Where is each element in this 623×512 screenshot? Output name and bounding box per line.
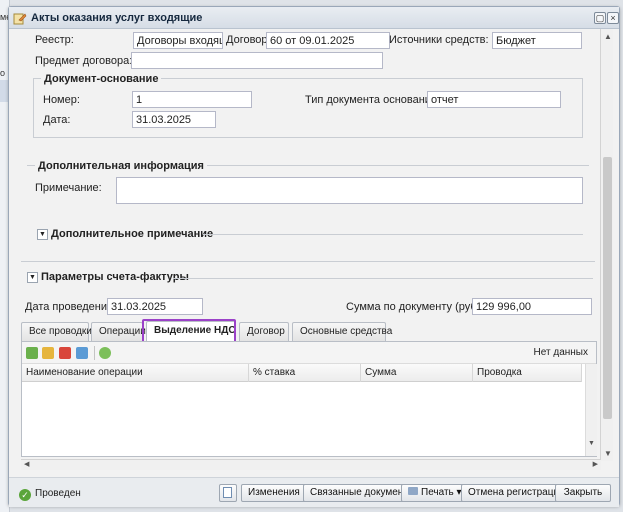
funding-field[interactable]: Бюджет [492,32,582,49]
horizontal-scrollbar[interactable]: ◀ ▶ [21,459,601,470]
copy-icon[interactable] [76,347,88,359]
add-icon[interactable] [26,347,38,359]
posting-date-label: Дата проведения: [25,301,116,313]
subject-label: Предмет договора: [35,55,133,67]
date-field[interactable]: 31.03.2025 [132,111,216,128]
divider [21,261,595,262]
delete-icon[interactable] [59,347,71,359]
maximize-button[interactable]: ▢ [594,12,606,24]
basis-document-group [33,78,583,138]
print-button[interactable]: Печать ▾ [401,484,469,502]
column-header-operation[interactable]: Наименование операции [22,364,249,382]
contract-label: Договор: [226,34,271,46]
note-label: Примечание: [35,182,102,194]
scroll-up-icon[interactable]: ▲ [604,32,612,41]
number-label: Номер: [43,94,80,106]
collapse-arrow-icon[interactable]: ▼ [37,229,48,240]
toolbar-separator [94,346,95,360]
print-label: Печать [421,487,454,498]
tab-all-postings[interactable]: Все проводки [21,322,92,341]
posting-date-field[interactable]: 31.03.2025 [107,298,203,315]
document-sum-label: Сумма по документу (руб.): [346,301,487,313]
scroll-down-icon[interactable]: ▼ [604,449,612,458]
changes-button[interactable]: Изменения [241,484,307,502]
column-header-rate[interactable]: % ставка [249,364,361,382]
vertical-scrollbar[interactable]: ▲ ▼ [600,29,613,461]
dialog-window: Акты оказания услуг входящие ▢ × Реестр:… [8,6,620,507]
title-bar[interactable]: Акты оказания услуг входящие ▢ × [9,7,619,29]
invoice-params-title[interactable]: Параметры счета-фактуры [41,271,189,283]
grid-header: Наименование операции % ставка Сумма Про… [22,364,582,382]
dialog-footer: ✓ Проведен Изменения Связанные документы … [9,477,619,507]
column-header-sum[interactable]: Сумма [361,364,473,382]
number-field[interactable]: 1 [132,91,252,108]
subject-field[interactable] [131,52,383,69]
doc-type-label: Тип документа основания: [305,94,440,106]
scroll-right-icon[interactable]: ▶ [593,460,598,468]
date-label: Дата: [43,114,71,126]
basis-document-title: Документ-основание [41,73,162,85]
document-hand-icon [13,13,27,25]
doc-type-field[interactable]: отчет [427,91,561,108]
scroll-down-icon[interactable]: ▼ [588,440,595,447]
tab-contract[interactable]: Договор [239,322,289,341]
registry-label: Реестр: [35,34,74,46]
extra-note-title[interactable]: Дополнительное примечание [51,228,213,240]
attach-document-button[interactable] [219,484,237,502]
tab-fixed-assets[interactable]: Основные средства [292,322,392,341]
status-badge: ✓ Проведен [19,488,81,501]
divider [173,278,593,279]
check-icon: ✓ [19,489,31,501]
close-button[interactable]: × [607,12,619,24]
no-data-label: Нет данных [533,347,588,358]
document-icon [223,487,232,498]
funding-label: Источники средств: [389,34,489,46]
tab-operations[interactable]: Операции [91,322,146,341]
vat-allocation-panel: Нет данных Наименование операции % ставк… [21,341,597,457]
column-header-posting[interactable]: Проводка [473,364,582,382]
background-text: о [0,68,6,78]
refresh-icon[interactable] [99,347,111,359]
close-dialog-button[interactable]: Закрыть [555,484,611,502]
grid-toolbar: Нет данных [22,342,596,364]
additional-info-title: Дополнительная информация [35,160,207,172]
scrollbar-thumb[interactable] [603,157,612,419]
scroll-left-icon[interactable]: ◀ [24,460,29,468]
printer-icon [408,487,418,495]
grid-vertical-scrollbar[interactable]: ▼ [585,364,597,456]
contract-field[interactable]: 60 от 09.01.2025 [266,32,390,49]
collapse-arrow-icon[interactable]: ▼ [27,272,38,283]
window-title: Акты оказания услуг входящие [31,12,203,24]
registry-field[interactable]: Договоры входящие [133,32,223,49]
divider [203,234,583,235]
document-sum-field[interactable]: 129 996,00 [472,298,592,315]
note-field[interactable] [116,177,583,204]
status-text: Проведен [35,488,81,499]
edit-icon[interactable] [42,347,54,359]
